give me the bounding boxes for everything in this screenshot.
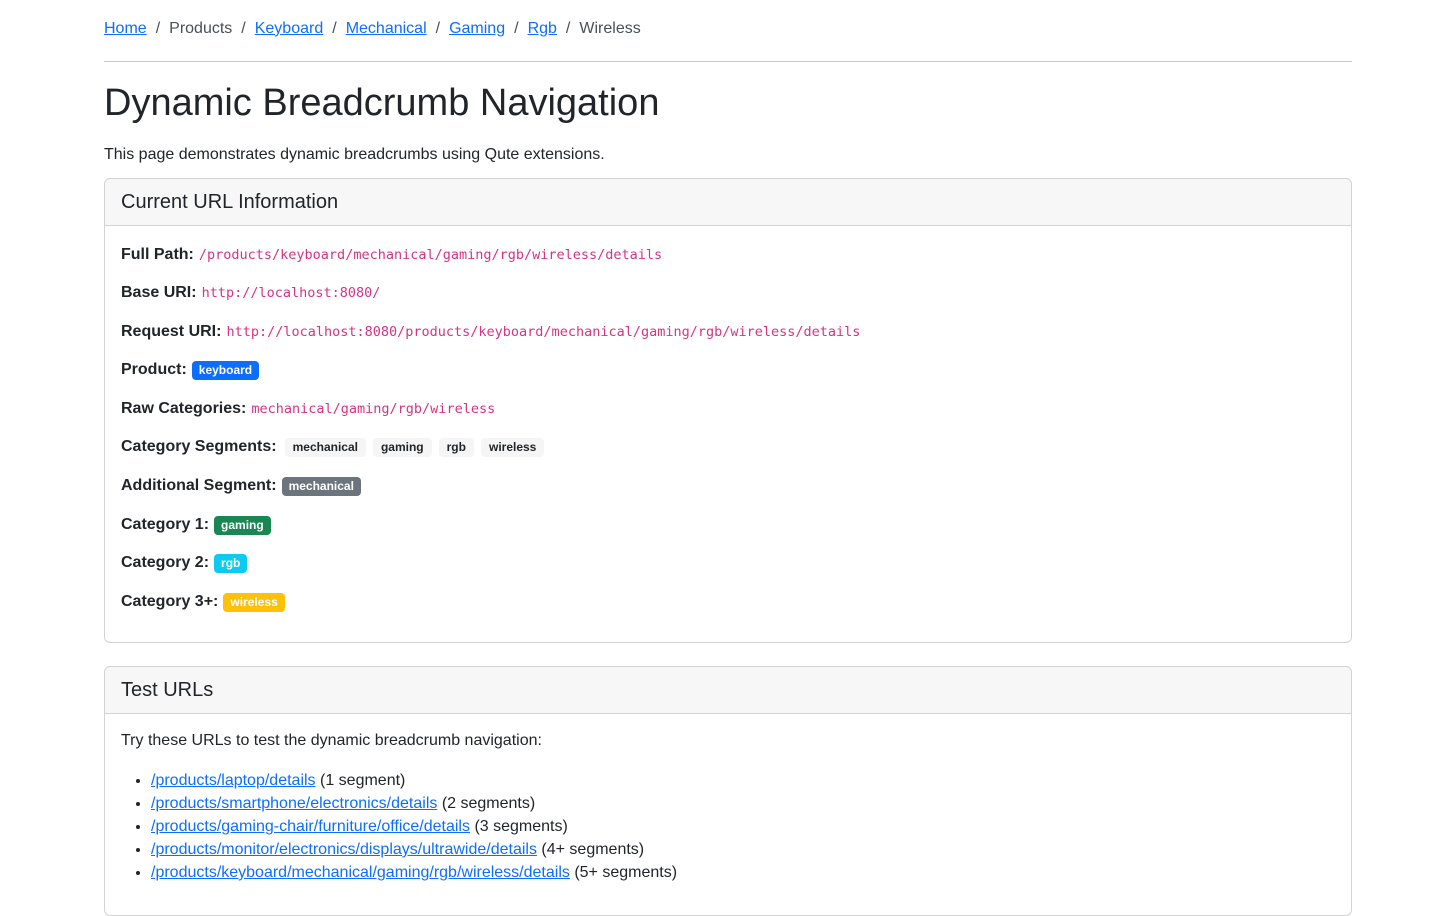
full-path-row: Full Path: /products/keyboard/mechanical… [121, 243, 662, 267]
test-url-note: (5+ segments) [574, 864, 678, 881]
breadcrumb-link-home[interactable]: Home [104, 20, 147, 38]
url-info-card: Current URL Information Full Path: /prod… [104, 178, 1352, 643]
breadcrumb-separator: / [435, 19, 441, 37]
test-url-link[interactable]: /products/smartphone/electronics/details [151, 795, 437, 812]
test-url-link[interactable]: /products/gaming-chair/furniture/office/… [151, 818, 470, 835]
test-urls-intro: Try these URLs to test the dynamic bread… [121, 732, 542, 749]
segment-badge: wireless [480, 437, 545, 457]
list-item: /products/monitor/electronics/displays/u… [151, 838, 677, 861]
category-1-label: Category 1: [121, 516, 210, 533]
breadcrumb-link-rgb[interactable]: Rgb [528, 20, 557, 38]
test-url-link[interactable]: /products/keyboard/mechanical/gaming/rgb… [151, 864, 570, 881]
test-url-list: /products/laptop/details (1 segment) /pr… [121, 769, 677, 884]
category-1-row: Category 1: gaming [121, 513, 271, 537]
base-uri-row: Base URI: http://localhost:8080/ [121, 281, 380, 305]
additional-segment-label: Additional Segment: [121, 477, 277, 494]
list-item: /products/gaming-chair/furniture/office/… [151, 815, 677, 838]
test-urls-card-header: Test URLs [105, 667, 1351, 714]
breadcrumb-link-mechanical[interactable]: Mechanical [346, 20, 427, 38]
test-url-note: (4+ segments) [541, 841, 645, 858]
product-badge: keyboard [191, 360, 260, 380]
category-2-row: Category 2: rgb [121, 551, 248, 575]
product-row: Product: keyboard [121, 358, 260, 382]
breadcrumb-item-wireless: Wireless [579, 20, 640, 38]
base-uri-value: http://localhost:8080/ [201, 285, 381, 301]
request-uri-label: Request URI: [121, 323, 222, 340]
breadcrumb-separator: / [155, 19, 161, 37]
breadcrumb-separator: / [514, 19, 519, 37]
page-container: Home / Products / Keyboard / Mechanical … [104, 0, 1352, 916]
segment-badge: mechanical [284, 437, 366, 457]
category-3-row: Category 3+: wireless [121, 590, 285, 614]
breadcrumb-separator: / [565, 19, 571, 37]
category-segments-row: Category Segments: mechanical gaming rgb… [121, 435, 551, 459]
breadcrumb-text-products: Products [169, 19, 233, 37]
category-3-badge: wireless [223, 592, 285, 612]
full-path-label: Full Path: [121, 246, 194, 263]
breadcrumb-item-products: Products [169, 20, 232, 38]
breadcrumb-separator: / [332, 19, 337, 37]
breadcrumb-item-home[interactable]: Home [104, 20, 147, 38]
segment-badge: gaming [372, 437, 432, 457]
category-2-label: Category 2: [121, 554, 210, 571]
test-url-note: (1 segment) [320, 772, 406, 789]
base-uri-label: Base URI: [121, 284, 197, 301]
list-item: /products/laptop/details (1 segment) [151, 769, 677, 792]
breadcrumb-link-gaming[interactable]: Gaming [449, 20, 505, 38]
test-url-note: (2 segments) [441, 795, 536, 812]
url-info-card-header: Current URL Information [105, 179, 1351, 226]
breadcrumb: Home / Products / Keyboard / Mechanical … [104, 0, 1352, 62]
list-item: /products/smartphone/electronics/details… [151, 792, 677, 815]
request-uri-row: Request URI: http://localhost:8080/produ… [121, 320, 860, 344]
list-item: /products/keyboard/mechanical/gaming/rgb… [151, 861, 677, 884]
category-2-badge: rgb [214, 553, 248, 573]
segment-badge: rgb [438, 437, 474, 457]
breadcrumb-item-mechanical[interactable]: Mechanical [346, 20, 427, 38]
breadcrumb-item-gaming[interactable]: Gaming [449, 20, 505, 38]
raw-categories-value: mechanical/gaming/rgb/wireless [251, 401, 496, 417]
test-url-note: (3 segments) [474, 818, 568, 835]
breadcrumb-separator: / [241, 19, 246, 37]
page-title: Dynamic Breadcrumb Navigation [104, 82, 660, 124]
breadcrumb-item-keyboard[interactable]: Keyboard [255, 20, 324, 38]
test-urls-card: Test URLs Try these URLs to test the dyn… [104, 666, 1352, 916]
additional-segment-row: Additional Segment: mechanical [121, 474, 361, 498]
raw-categories-row: Raw Categories: mechanical/gaming/rgb/wi… [121, 397, 495, 421]
raw-categories-label: Raw Categories: [121, 400, 247, 417]
breadcrumb-link-keyboard[interactable]: Keyboard [255, 20, 324, 38]
test-url-link[interactable]: /products/laptop/details [151, 772, 316, 789]
page-intro: This page demonstrates dynamic breadcrum… [104, 146, 605, 163]
request-uri-value: http://localhost:8080/products/keyboard/… [226, 324, 861, 340]
full-path-value: /products/keyboard/mechanical/gaming/rgb… [198, 247, 663, 263]
test-url-link[interactable]: /products/monitor/electronics/displays/u… [151, 841, 537, 858]
product-label: Product: [121, 361, 187, 378]
breadcrumb-text-wireless: Wireless [579, 19, 641, 37]
category-segments-label: Category Segments: [121, 438, 277, 455]
breadcrumb-item-rgb[interactable]: Rgb [528, 20, 557, 38]
category-3-label: Category 3+: [121, 593, 219, 610]
additional-segment-badge: mechanical [281, 476, 361, 496]
category-1-badge: gaming [214, 515, 271, 535]
